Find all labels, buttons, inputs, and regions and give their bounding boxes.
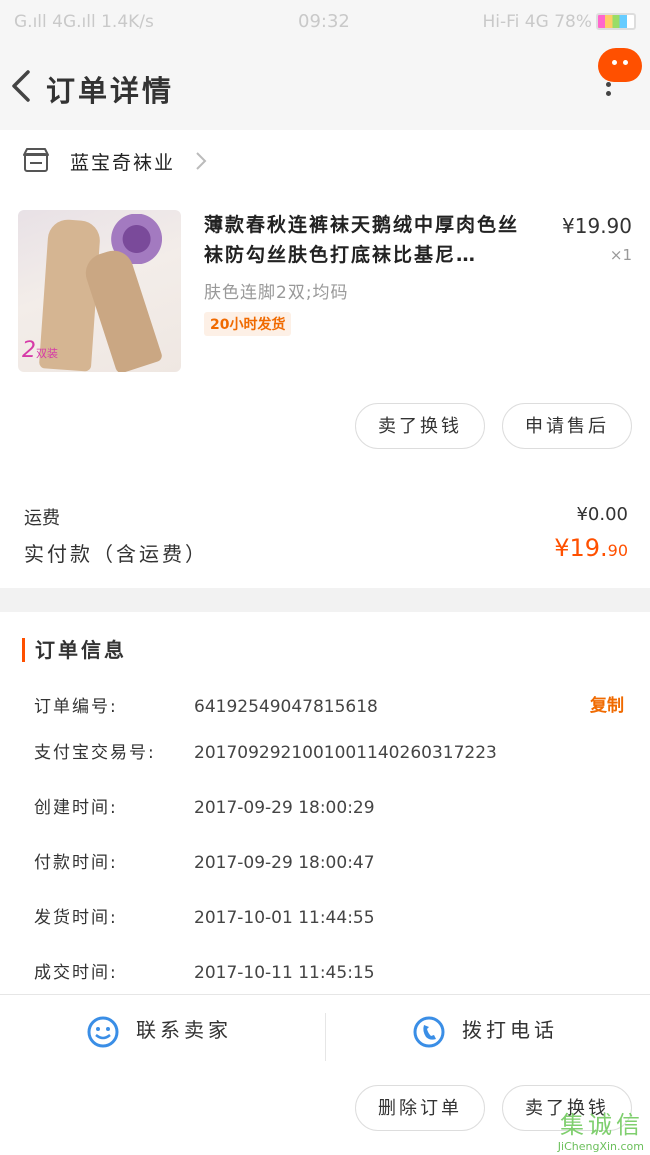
paid-amount-value: ¥19.90: [554, 534, 628, 562]
apply-aftersale-button[interactable]: 申请售后: [502, 403, 632, 449]
footer-actions: 删除订单 卖了换钱 集诚信 JiChengXin.com: [0, 1065, 650, 1155]
product-quantity: ×1: [609, 246, 632, 264]
pack-badge: 2双装: [22, 338, 58, 363]
chat-smile-icon: [87, 1016, 119, 1047]
order-product-card: 蓝宝奇袜业 2双装 薄款春秋连裤袜天鹅绒中厚肉色丝袜防勾丝肤色打底袜比基尼… ¥…: [0, 130, 650, 588]
info-row-shipped-time: 发货时间: 2017-10-01 11:44:55: [34, 908, 375, 928]
info-row-created-time: 创建时间: 2017-09-29 18:00:29: [34, 798, 375, 818]
phone-icon: [413, 1016, 445, 1047]
shipping-time-badge: 20小时发货: [204, 312, 292, 336]
shipping-fee-value: ¥0.00: [576, 504, 628, 525]
info-row-order-number: 订单编号: 64192549047815618: [34, 697, 378, 717]
network-indicator: Hi-Fi 4G 78%: [482, 12, 593, 32]
store-icon: [23, 148, 49, 172]
shipping-fee-label: 运费: [24, 508, 60, 529]
shop-name[interactable]: 蓝宝奇袜业: [70, 148, 175, 175]
back-arrow-icon[interactable]: [8, 66, 38, 106]
watermark-logo: 集诚信 JiChengXin.com: [557, 1111, 644, 1153]
mascot-icon[interactable]: [598, 48, 642, 82]
completed-time-value: 2017-10-11 11:45:15: [194, 963, 375, 983]
battery-icon: [596, 13, 636, 30]
nav-header: 订单详情: [0, 44, 650, 130]
status-bar: G.ıll 4G.ıll 1.4K/s 09:32 Hi-Fi 4G 78%: [0, 0, 650, 44]
order-info-title: 订单信息: [22, 638, 127, 662]
paid-time-value: 2017-09-29 18:00:47: [194, 853, 375, 873]
copy-button[interactable]: 复制: [590, 691, 624, 716]
more-options-icon[interactable]: [606, 82, 614, 106]
order-info-section: 订单信息 复制 订单编号: 64192549047815618 支付宝交易号: 20…: [0, 612, 650, 994]
info-row-completed-time: 成交时间: 2017-10-11 11:45:15: [34, 963, 375, 983]
alipay-trade-value: 2017092921001001140260317223: [194, 743, 497, 763]
info-row-alipay-trade: 支付宝交易号: 2017092921001001140260317223: [34, 743, 497, 763]
shop-row[interactable]: 蓝宝奇袜业: [0, 130, 650, 190]
delete-order-button[interactable]: 删除订单: [355, 1085, 485, 1131]
status-time: 09:32: [298, 11, 350, 32]
created-time-value: 2017-09-29 18:00:29: [194, 798, 375, 818]
product-sku: 肤色连脚2双;均码: [204, 283, 349, 303]
paid-amount-label: 实付款（含运费）: [24, 542, 208, 566]
product-image[interactable]: 2双装: [18, 210, 181, 372]
chevron-right-icon: [196, 152, 207, 170]
shipped-time-value: 2017-10-01 11:44:55: [194, 908, 375, 928]
call-phone-button[interactable]: 拨打电话: [412, 995, 558, 1065]
page-title: 订单详情: [46, 74, 175, 108]
sell-for-cash-button[interactable]: 卖了换钱: [355, 403, 485, 449]
contact-seller-button[interactable]: 联系卖家: [86, 995, 232, 1065]
product-price: ¥19.90: [562, 214, 632, 238]
signal-indicator: G.ıll 4G.ıll 1.4K/s: [14, 12, 154, 32]
product-title[interactable]: 薄款春秋连裤袜天鹅绒中厚肉色丝袜防勾丝肤色打底袜比基尼…: [204, 210, 534, 270]
contact-bar: 联系卖家 拨打电话: [0, 994, 650, 1066]
order-number-value: 64192549047815618: [194, 697, 378, 717]
info-row-paid-time: 付款时间: 2017-09-29 18:00:47: [34, 853, 375, 873]
